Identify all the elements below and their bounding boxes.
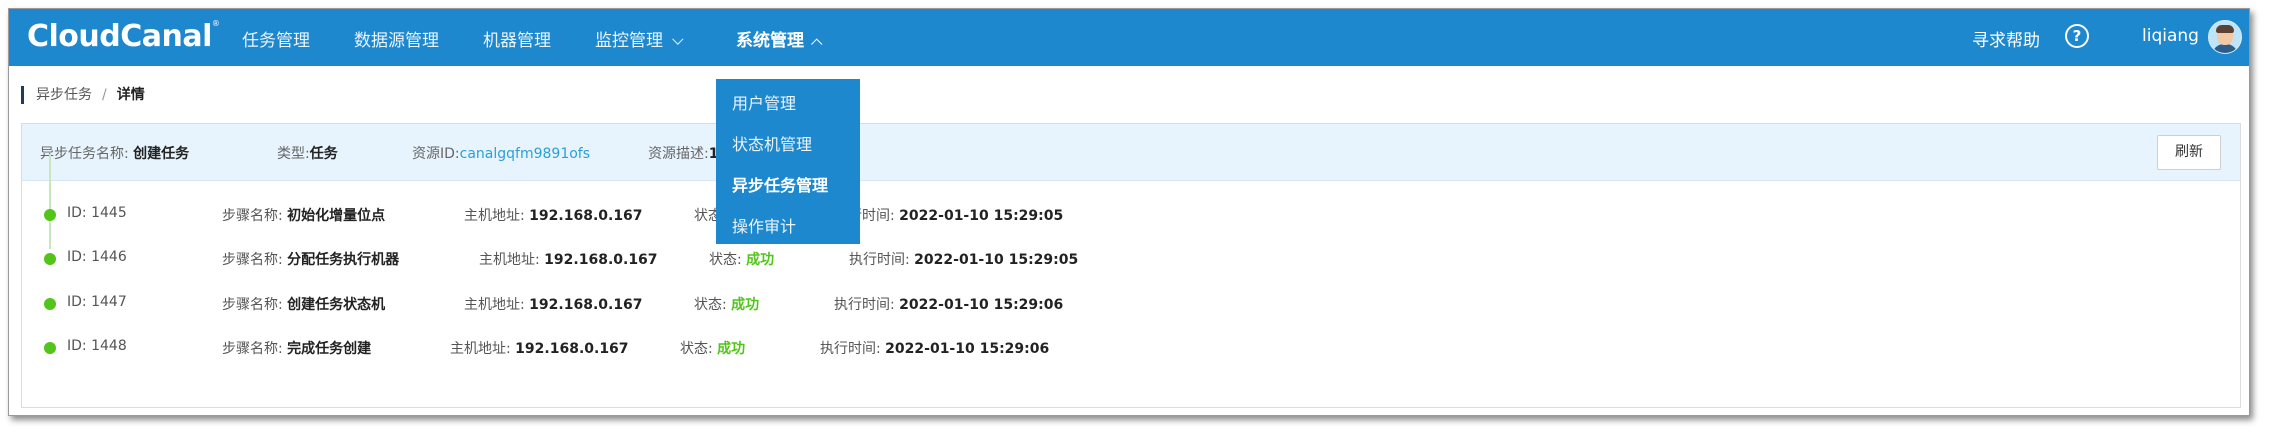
task-type-field: 类型:任务 xyxy=(277,146,338,162)
user-name[interactable]: liqiang xyxy=(2142,26,2199,46)
system-management-menu: 用户管理 状态机管理 异步任务管理 操作审计 xyxy=(716,79,860,244)
nav-label: 系统管理 xyxy=(736,31,804,51)
menu-item-user-management[interactable]: 用户管理 xyxy=(732,90,796,114)
step-host: 主机地址: 192.168.0.167 xyxy=(450,341,629,357)
step-time: 执行时间: 2022-01-10 15:29:06 xyxy=(834,297,1064,313)
step-time: 执行时间: 2022-01-10 15:29:05 xyxy=(849,252,1079,268)
menu-item-operation-audit[interactable]: 操作审计 xyxy=(732,213,796,237)
task-name-field: 异步任务名称: 创建任务 xyxy=(40,146,190,162)
status-dot-icon xyxy=(44,209,56,221)
resource-id-link[interactable]: canalgqfm9891ofs xyxy=(460,146,590,162)
task-summary-header: 异步任务名称: 创建任务 类型:任务 资源ID:canalgqfm9891ofs… xyxy=(22,124,2240,181)
breadcrumb-parent[interactable]: 异步任务 xyxy=(36,87,92,103)
step-id: ID: 1447 xyxy=(67,294,127,310)
step-status: 状态: 成功 xyxy=(709,252,775,268)
status-dot-icon xyxy=(44,253,56,265)
breadcrumb-separator: / xyxy=(102,87,107,103)
step-time: 执行时间: 2022-01-10 15:29:06 xyxy=(820,341,1050,357)
resource-id-field: 资源ID:canalgqfm9891ofs xyxy=(412,146,591,162)
cloudcanal-logo[interactable]: CloudCanal® xyxy=(27,19,220,54)
breadcrumb: 异步任务 / 详情 xyxy=(21,86,145,104)
step-name: 步骤名称: 创建任务状态机 xyxy=(222,297,386,313)
step-name: 步骤名称: 分配任务执行机器 xyxy=(222,252,400,268)
step-name: 步骤名称: 完成任务创建 xyxy=(222,341,372,357)
step-host: 主机地址: 192.168.0.167 xyxy=(464,297,643,313)
step-host: 主机地址: 192.168.0.167 xyxy=(464,208,643,224)
nav-label: 监控管理 xyxy=(595,31,663,51)
step-status: 状态: 成功 xyxy=(680,341,746,357)
app-window: CloudCanal® 任务管理 数据源管理 机器管理 监控管理 系统管理 寻求… xyxy=(8,8,2250,416)
status-dot-icon xyxy=(44,342,56,354)
nav-monitor-management[interactable]: 监控管理 xyxy=(595,26,684,51)
menu-item-state-machine-management[interactable]: 状态机管理 xyxy=(732,131,812,155)
avatar-hair-shape xyxy=(2216,25,2234,33)
step-name: 步骤名称: 初始化增量位点 xyxy=(222,208,386,224)
refresh-button[interactable]: 刷新 xyxy=(2157,135,2221,170)
nav-task-management[interactable]: 任务管理 xyxy=(242,26,310,51)
help-link[interactable]: 寻求帮助 xyxy=(1972,26,2040,51)
timeline-line xyxy=(49,154,51,249)
question-circle-icon[interactable]: ? xyxy=(2065,24,2089,48)
chevron-down-icon xyxy=(672,33,684,45)
status-dot-icon xyxy=(44,298,56,310)
top-navbar: CloudCanal® 任务管理 数据源管理 机器管理 监控管理 系统管理 寻求… xyxy=(9,9,2249,66)
avatar-body-shape xyxy=(2212,44,2238,53)
chevron-up-icon xyxy=(811,38,823,50)
step-id: ID: 1445 xyxy=(67,205,127,221)
nav-datasource-management[interactable]: 数据源管理 xyxy=(354,26,439,51)
step-host: 主机地址: 192.168.0.167 xyxy=(479,252,658,268)
step-time: 执行时间: 2022-01-10 15:29:05 xyxy=(834,208,1064,224)
avatar[interactable] xyxy=(2208,20,2242,54)
menu-item-async-task-management[interactable]: 异步任务管理 xyxy=(732,172,828,196)
nav-machine-management[interactable]: 机器管理 xyxy=(483,26,551,51)
step-status: 状态: 成功 xyxy=(694,297,760,313)
step-id: ID: 1446 xyxy=(67,249,127,265)
breadcrumb-current: 详情 xyxy=(116,87,145,103)
step-id: ID: 1448 xyxy=(67,338,127,354)
nav-system-management[interactable]: 系统管理 xyxy=(736,26,823,51)
